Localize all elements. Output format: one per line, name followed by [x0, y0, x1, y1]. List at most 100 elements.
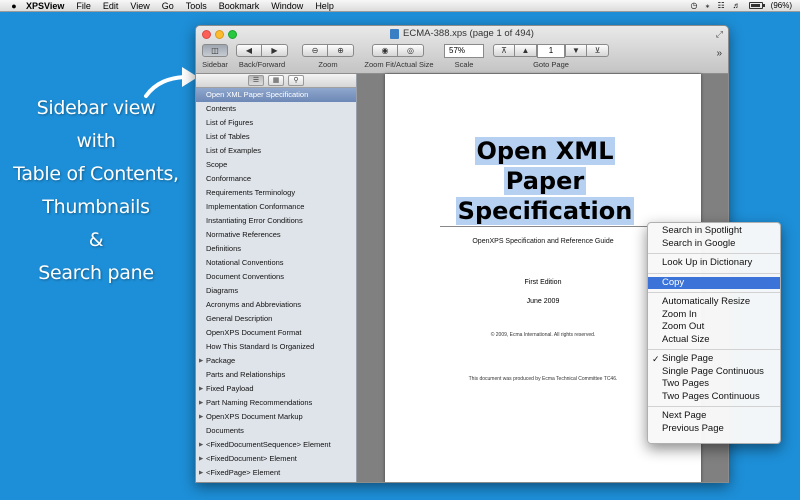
- menu-edit[interactable]: Edit: [97, 0, 125, 12]
- annotation-line: &: [88, 229, 104, 251]
- document-title-line[interactable]: Specification: [455, 197, 635, 225]
- toolbar: ECMA-388.xps (page 1 of 494) ⤢ ◫ Sidebar…: [196, 26, 728, 74]
- context-menu-item[interactable]: Zoom Out: [648, 321, 780, 334]
- context-menu-item-label: Previous Page: [662, 422, 724, 434]
- context-menu-item[interactable]: Previous Page: [648, 423, 780, 436]
- zoomfit-label: Zoom Fit/Actual Size: [364, 60, 434, 69]
- toc-item[interactable]: List of Figures: [196, 116, 356, 130]
- menu-go[interactable]: Go: [156, 0, 180, 12]
- context-menu-item-label: Zoom Out: [662, 321, 705, 332]
- last-page-button[interactable]: ⊻: [587, 44, 609, 57]
- menu-view[interactable]: View: [124, 0, 155, 12]
- window-title-bar: ECMA-388.xps (page 1 of 494): [196, 28, 728, 39]
- bluetooth-icon[interactable]: ⁎: [705, 0, 709, 12]
- volume-icon[interactable]: ♬: [733, 0, 741, 12]
- toc-item[interactable]: Instantiating Error Conditions: [196, 214, 356, 228]
- context-menu-item[interactable]: ✓ Single Page: [648, 353, 780, 366]
- toc-item[interactable]: <FixedPage> Element: [196, 466, 356, 480]
- context-menu-item[interactable]: Search in Spotlight: [648, 225, 780, 238]
- toc-item[interactable]: <FixedDocument> Element: [196, 452, 356, 466]
- menu-separator: [648, 292, 780, 293]
- toc-tab-icon[interactable]: ☰: [248, 75, 264, 86]
- actual-size-button[interactable]: ◎: [398, 44, 424, 57]
- thumbnails-tab-icon[interactable]: ▦: [268, 75, 284, 86]
- toc-item[interactable]: List of Examples: [196, 144, 356, 158]
- first-page-button[interactable]: ⊼: [493, 44, 515, 57]
- toc-item[interactable]: Implementation Conformance: [196, 200, 356, 214]
- zoom-fit-button[interactable]: ◉: [372, 44, 398, 57]
- toc-item[interactable]: Package: [196, 354, 356, 368]
- context-menu-item-label: Actual Size: [662, 333, 710, 345]
- context-menu-item[interactable]: Actual Size: [648, 334, 780, 347]
- menu-app-name[interactable]: XPSView: [20, 0, 70, 12]
- battery-icon[interactable]: [748, 2, 765, 9]
- document-title[interactable]: Open XML Paper Specification: [445, 136, 645, 226]
- zoom-out-icon: ⊖: [311, 46, 319, 55]
- back-button[interactable]: ◀: [236, 44, 262, 57]
- page-number-input[interactable]: 1: [537, 44, 565, 58]
- toc-item[interactable]: Open XML Paper Specification: [196, 88, 356, 102]
- zoom-out-button[interactable]: ⊖: [302, 44, 328, 57]
- context-menu-item-label: Zoom In: [662, 308, 697, 320]
- back-arrow-icon: ◀: [245, 46, 253, 55]
- toc-item[interactable]: <FixedDocumentSequence> Element: [196, 438, 356, 452]
- next-page-button[interactable]: ▼: [565, 44, 587, 57]
- menu-window[interactable]: Window: [265, 0, 309, 12]
- zoom-in-button[interactable]: ⊕: [328, 44, 354, 57]
- menu-help[interactable]: Help: [309, 0, 340, 12]
- time-machine-icon[interactable]: ◷: [691, 0, 698, 12]
- toc-item[interactable]: Conformance: [196, 172, 356, 186]
- context-menu-item[interactable]: Two Pages Continuous: [648, 391, 780, 404]
- wifi-icon[interactable]: ☷: [717, 0, 724, 12]
- annotation-line: Table of Contents,: [13, 163, 179, 185]
- context-menu-item[interactable]: Look Up in Dictionary: [648, 257, 780, 270]
- toc-item[interactable]: OpenXPS Document Format: [196, 326, 356, 340]
- toc-item[interactable]: Diagrams: [196, 284, 356, 298]
- document-title-line[interactable]: Paper: [503, 167, 587, 195]
- context-menu-item[interactable]: Search in Google: [648, 238, 780, 251]
- sidebar-tabs: ☰ ▦ ⚲: [196, 74, 356, 88]
- sidebar-label: Sidebar: [202, 60, 228, 69]
- context-menu-item-label: Automatically Resize: [662, 296, 751, 307]
- context-menu-item-label: Single Page Continuous: [662, 365, 764, 377]
- previous-page-button[interactable]: ▲: [515, 44, 537, 57]
- toc-item[interactable]: Notational Conventions: [196, 256, 356, 270]
- search-tab-icon[interactable]: ⚲: [288, 75, 304, 86]
- forward-button[interactable]: ▶: [262, 44, 288, 57]
- toc-item[interactable]: List of Tables: [196, 130, 356, 144]
- menu-tools[interactable]: Tools: [180, 0, 213, 12]
- toc-item[interactable]: General Description: [196, 312, 356, 326]
- fullscreen-icon[interactable]: ⤢: [716, 29, 723, 40]
- context-menu-item[interactable]: Zoom In: [648, 309, 780, 322]
- toc-item[interactable]: OpenXPS Document Markup: [196, 410, 356, 424]
- context-menu-item[interactable]: Next Page: [648, 410, 780, 423]
- actual-size-icon: ◎: [407, 46, 414, 55]
- toc-item[interactable]: Requirements Terminology: [196, 186, 356, 200]
- menu-bookmark[interactable]: Bookmark: [213, 0, 266, 12]
- document-title-line[interactable]: Open XML: [474, 137, 616, 165]
- toc-item[interactable]: Documents: [196, 424, 356, 438]
- apple-menu-icon[interactable]: ●: [8, 0, 20, 12]
- annotation-line: Thumbnails: [42, 196, 150, 218]
- toc-item[interactable]: Definitions: [196, 242, 356, 256]
- context-menu-item[interactable]: Copy: [648, 276, 780, 289]
- sidebar-icon: ◫: [211, 46, 219, 55]
- toc-item[interactable]: Contents: [196, 102, 356, 116]
- toc-item[interactable]: Document Conventions: [196, 270, 356, 284]
- toc-item[interactable]: Acronyms and Abbreviations: [196, 298, 356, 312]
- context-menu-item[interactable]: Two Pages: [648, 378, 780, 391]
- toc-item[interactable]: Part Naming Recommendations: [196, 396, 356, 410]
- scale-input[interactable]: 57%: [444, 44, 484, 58]
- context-menu-item[interactable]: Automatically Resize: [648, 296, 780, 309]
- toc-item[interactable]: Scope: [196, 158, 356, 172]
- toolbar-overflow-icon[interactable]: »: [716, 48, 722, 59]
- toc-item[interactable]: How This Standard Is Organized: [196, 340, 356, 354]
- annotation-line: Search pane: [38, 262, 154, 284]
- context-menu-item[interactable]: Single Page Continuous: [648, 366, 780, 379]
- zoom-label: Zoom: [318, 60, 338, 69]
- toc-item[interactable]: Parts and Relationships: [196, 368, 356, 382]
- sidebar-toggle-button[interactable]: ◫: [202, 44, 228, 57]
- toc-item[interactable]: Normative References: [196, 228, 356, 242]
- menu-file[interactable]: File: [70, 0, 97, 12]
- toc-item[interactable]: Fixed Payload: [196, 382, 356, 396]
